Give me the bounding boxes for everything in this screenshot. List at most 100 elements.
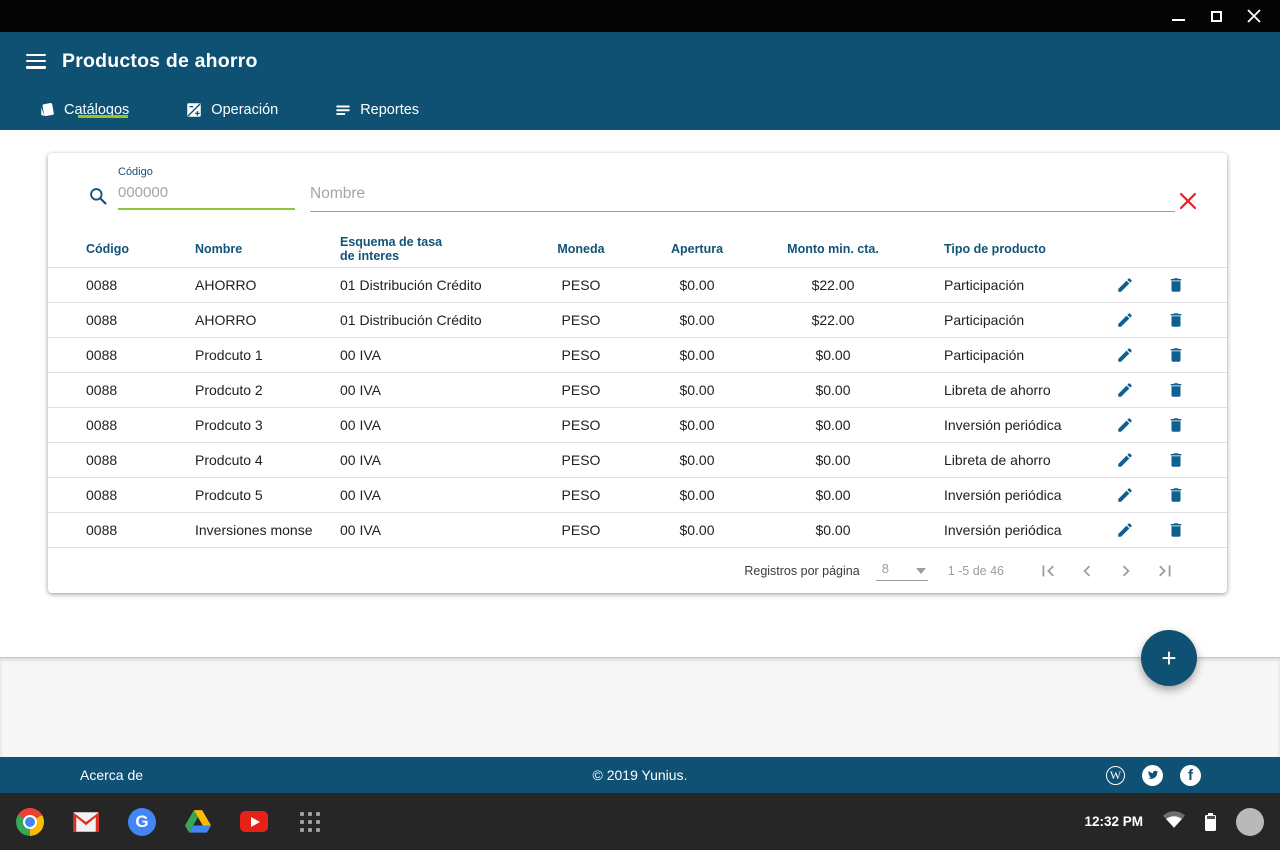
cell-moneda: PESO: [518, 267, 644, 302]
wifi-icon[interactable]: [1163, 811, 1185, 833]
cell-monto: $0.00: [750, 407, 916, 442]
close-icon[interactable]: [1246, 8, 1262, 24]
cell-monto: $0.00: [750, 337, 916, 372]
cell-esquema: 00 IVA: [340, 512, 518, 547]
delete-button[interactable]: [1167, 381, 1185, 399]
add-product-fab[interactable]: +: [1141, 630, 1197, 686]
report-lines-icon: [334, 101, 352, 119]
delete-button[interactable]: [1167, 451, 1185, 469]
cell-moneda: PESO: [518, 477, 644, 512]
copyright-text: © 2019 Yunius.: [0, 767, 1280, 783]
google-icon[interactable]: G: [128, 808, 156, 836]
delete-button[interactable]: [1167, 276, 1185, 294]
facebook-icon[interactable]: f: [1180, 765, 1201, 786]
main-content: Código Código Nombre: [0, 130, 1280, 657]
last-page-icon[interactable]: [1153, 559, 1177, 583]
cell-apertura: $0.00: [644, 302, 750, 337]
delete-button[interactable]: [1167, 521, 1185, 539]
cell-moneda: PESO: [518, 337, 644, 372]
first-page-icon[interactable]: [1036, 559, 1060, 583]
plus-icon: +: [1161, 643, 1176, 674]
cell-apertura: $0.00: [644, 477, 750, 512]
table-row: 0088 Prodcuto 1 00 IVA PESO $0.00 $0.00 …: [48, 337, 1227, 372]
delete-button[interactable]: [1167, 311, 1185, 329]
per-page-label: Registros por página: [744, 564, 859, 578]
tab-operacion[interactable]: Operación: [185, 90, 278, 130]
cell-tipo: Inversión periódica: [916, 512, 1112, 547]
tab-catalogos[interactable]: Catálogos: [38, 90, 129, 130]
social-links: W f: [1106, 765, 1201, 786]
edit-button[interactable]: [1116, 451, 1134, 469]
edit-button[interactable]: [1116, 416, 1134, 434]
caret-down-icon: [916, 568, 926, 574]
tab-bar: Catálogos Operación: [0, 90, 1280, 130]
cell-tipo: Inversión periódica: [916, 477, 1112, 512]
delete-button[interactable]: [1167, 346, 1185, 364]
header-moneda: Moneda: [518, 232, 644, 267]
cell-nombre: AHORRO: [195, 302, 340, 337]
wordpress-icon[interactable]: W: [1106, 766, 1125, 785]
menu-icon[interactable]: [26, 54, 46, 69]
avatar[interactable]: [1236, 808, 1264, 836]
header-nombre: Nombre: [195, 232, 340, 267]
cell-moneda: PESO: [518, 442, 644, 477]
drive-icon[interactable]: [184, 808, 212, 836]
table-row: 0088 Prodcuto 3 00 IVA PESO $0.00 $0.00 …: [48, 407, 1227, 442]
chrome-icon[interactable]: [16, 808, 44, 836]
codigo-input[interactable]: [118, 182, 295, 210]
cell-tipo: Participación: [916, 267, 1112, 302]
app-launcher-icon[interactable]: [296, 808, 324, 836]
lower-strip: [0, 657, 1280, 757]
minimize-icon[interactable]: [1170, 8, 1186, 24]
clock[interactable]: 12:32 PM: [1084, 814, 1143, 829]
about-link[interactable]: Acerca de: [80, 767, 143, 783]
cell-nombre: Prodcuto 1: [195, 337, 340, 372]
twitter-icon[interactable]: [1142, 765, 1163, 786]
edit-button[interactable]: [1116, 311, 1134, 329]
cell-tipo: Participación: [916, 337, 1112, 372]
clear-search-icon[interactable]: [1179, 192, 1197, 210]
codigo-field: Código: [118, 166, 295, 210]
prev-page-icon[interactable]: [1075, 559, 1099, 583]
cell-codigo: 0088: [48, 372, 195, 407]
pagination-bar: Registros por página 8 1 -5 de 46: [48, 548, 1227, 593]
edit-button[interactable]: [1116, 381, 1134, 399]
edit-button[interactable]: [1116, 486, 1134, 504]
maximize-icon[interactable]: [1208, 8, 1224, 24]
cell-esquema: 00 IVA: [340, 442, 518, 477]
nombre-input[interactable]: [310, 183, 1175, 212]
cell-nombre: Inversiones monse: [195, 512, 340, 547]
edit-button[interactable]: [1116, 521, 1134, 539]
cell-tipo: Libreta de ahorro: [916, 442, 1112, 477]
table-row: 0088 Prodcuto 5 00 IVA PESO $0.00 $0.00 …: [48, 477, 1227, 512]
cell-codigo: 0088: [48, 442, 195, 477]
cell-esquema: 00 IVA: [340, 372, 518, 407]
gmail-icon[interactable]: [72, 808, 100, 836]
cell-apertura: $0.00: [644, 512, 750, 547]
cell-esquema: 00 IVA: [340, 337, 518, 372]
delete-button[interactable]: [1167, 416, 1185, 434]
cell-tipo: Participación: [916, 302, 1112, 337]
tab-reportes[interactable]: Reportes: [334, 90, 419, 130]
cell-tipo: Inversión periódica: [916, 407, 1112, 442]
table-header-row: Código Nombre Esquema de tasa de interes…: [48, 232, 1227, 267]
cell-codigo: 0088: [48, 407, 195, 442]
screen: Productos de ahorro Catálogos: [0, 0, 1280, 850]
header-codigo: Código: [48, 232, 195, 267]
edit-button[interactable]: [1116, 346, 1134, 364]
pager-nav: [1036, 559, 1177, 583]
delete-button[interactable]: [1167, 486, 1185, 504]
cell-moneda: PESO: [518, 512, 644, 547]
per-page-select[interactable]: 8: [876, 561, 928, 581]
tab-label: Reportes: [360, 102, 419, 118]
battery-icon[interactable]: [1205, 813, 1216, 831]
cell-moneda: PESO: [518, 407, 644, 442]
youtube-icon[interactable]: [240, 808, 268, 836]
cell-moneda: PESO: [518, 372, 644, 407]
edit-button[interactable]: [1116, 276, 1134, 294]
table-row: 0088 AHORRO 01 Distribución Crédito PESO…: [48, 302, 1227, 337]
products-card: Código Código Nombre: [48, 153, 1227, 593]
next-page-icon[interactable]: [1114, 559, 1138, 583]
products-table: Código Nombre Esquema de tasa de interes…: [48, 232, 1227, 548]
cell-esquema: 00 IVA: [340, 407, 518, 442]
